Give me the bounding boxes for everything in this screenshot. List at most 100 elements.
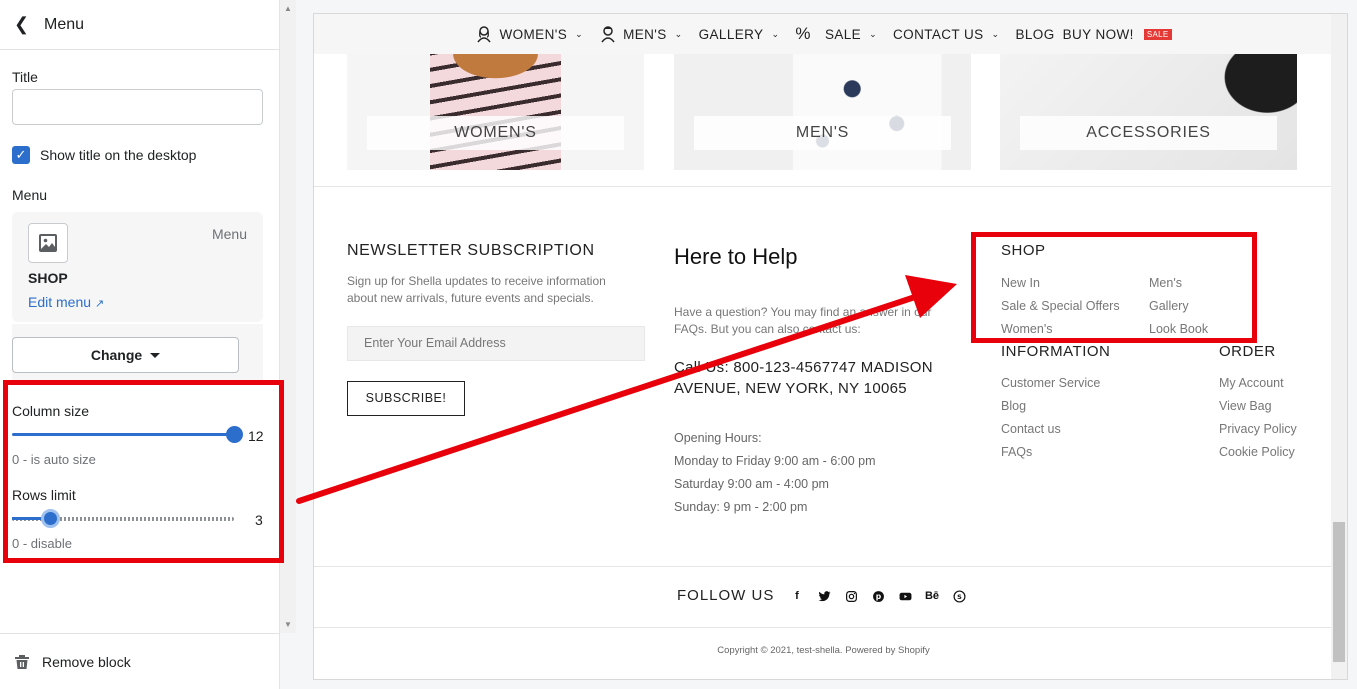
help-description: Have a question? You may find an answer … [674, 305, 932, 336]
hours-line: Saturday 9:00 am - 4:00 pm [674, 477, 829, 491]
chevron-down-icon: ⌄ [991, 28, 1000, 39]
help-call-info: Call Us: 800-123-4567747 MADISON AVENUE,… [674, 359, 933, 397]
sidebar-header: ❮ Menu [0, 0, 279, 50]
nav-label: WOMEN'S [499, 26, 568, 42]
svg-text:p: p [875, 592, 881, 601]
hours-line: Opening Hours: [674, 431, 762, 445]
twitter-icon[interactable] [817, 589, 831, 603]
pinterest-icon[interactable]: p [871, 589, 885, 603]
menu-card: Menu SHOP Edit menu ↗ [12, 212, 263, 322]
menu-card-type: Menu [211, 226, 247, 242]
facebook-icon[interactable]: f [790, 589, 804, 603]
order-link[interactable]: Privacy Policy [1219, 418, 1297, 441]
category-tile-accessories[interactable]: ACCESSORIES [1000, 54, 1297, 170]
womens-hair [347, 54, 644, 170]
scroll-down-icon[interactable]: ▼ [284, 620, 292, 629]
information-title: INFORMATION [1001, 343, 1111, 360]
information-link[interactable]: Blog [1001, 395, 1100, 418]
preview-scrollbar-thumb[interactable] [1333, 522, 1345, 662]
divider [314, 186, 1333, 187]
nav-item-womens[interactable]: WOMEN'S ⌄ [475, 25, 583, 43]
mens-photo [674, 54, 971, 170]
information-link[interactable]: FAQs [1001, 441, 1100, 464]
show-title-label: Show title on the desktop [40, 147, 197, 163]
svg-text:S: S [957, 592, 962, 600]
order-title: ORDER [1219, 343, 1276, 360]
nav-label: GALLERY [698, 26, 764, 42]
nav-item-mens[interactable]: MEN'S ⌄ [599, 25, 683, 43]
caret-down-icon [150, 352, 161, 358]
accessories-photo [1000, 54, 1297, 170]
newsletter-description: Sign up for Shella updates to receive in… [347, 274, 606, 305]
chevron-down-icon: ⌄ [869, 28, 878, 39]
social-icons: f p Bē S [790, 589, 966, 603]
nav-label: BLOG [1015, 26, 1055, 42]
order-links: My Account View Bag Privacy Policy Cooki… [1219, 372, 1297, 464]
category-label: WOMEN'S [367, 116, 624, 150]
chevron-left-icon[interactable]: ❮ [14, 14, 38, 35]
category-tile-mens[interactable]: MEN'S [674, 54, 971, 170]
newsletter-title: NEWSLETTER SUBSCRIPTION [347, 242, 595, 259]
external-link-icon: ↗ [94, 298, 105, 310]
nav-item-contact-us[interactable]: CONTACT US ⌄ [893, 27, 999, 42]
information-link[interactable]: Customer Service [1001, 372, 1100, 395]
opening-hours: Opening Hours: Monday to Friday 9:00 am … [674, 427, 875, 519]
title-label: Title [12, 69, 38, 85]
nav-item-buy-now[interactable]: BUY NOW! SALE [1063, 27, 1172, 42]
settings-sidebar: ❮ Menu Title ✓ Show title on the desktop… [0, 0, 280, 689]
youtube-icon[interactable] [898, 589, 912, 603]
instagram-icon[interactable] [844, 589, 858, 603]
change-menu-button[interactable]: Change [12, 337, 239, 373]
show-title-checkbox[interactable]: ✓ [12, 146, 30, 164]
scroll-up-icon[interactable]: ▲ [284, 4, 292, 13]
information-link[interactable]: Contact us [1001, 418, 1100, 441]
nav-label: CONTACT US [893, 26, 984, 42]
man-icon [599, 25, 617, 43]
category-label: ACCESSORIES [1020, 116, 1277, 150]
sidebar-title: Menu [44, 15, 85, 33]
copyright-text: Copyright © 2021, test-shella. Powered b… [717, 645, 930, 656]
subscribe-button[interactable]: SUBSCRIBE! [347, 381, 465, 416]
nav-item-sale[interactable]: % SALE ⌄ [795, 24, 877, 44]
title-input[interactable] [12, 89, 263, 125]
help-title: Here to Help [674, 244, 798, 269]
chevron-down-icon: ⌄ [674, 28, 683, 39]
nav-label: MEN'S [623, 26, 667, 42]
store-preview: WOMEN'S ⌄ MEN'S ⌄ GALLERY ⌄ % SALE ⌄ CONTACT… [313, 13, 1348, 680]
nav-item-blog[interactable]: BLOG [1015, 27, 1054, 42]
menu-card-name: SHOP [28, 270, 68, 286]
nav-item-gallery[interactable]: GALLERY ⌄ [699, 27, 780, 42]
behance-icon[interactable]: Bē [925, 589, 939, 603]
nav-label: BUY NOW! [1062, 26, 1134, 42]
menu-label: Menu [12, 187, 48, 203]
chevron-down-icon: ⌄ [771, 28, 780, 39]
sale-badge: SALE [1143, 28, 1172, 40]
preview-scrollbar[interactable] [1331, 14, 1347, 679]
edit-menu-link[interactable]: Edit menu ↗ [28, 294, 104, 310]
image-icon [28, 223, 68, 263]
order-link[interactable]: View Bag [1219, 395, 1297, 418]
skype-icon[interactable]: S [952, 589, 966, 603]
annotation-box-settings [3, 380, 284, 563]
category-tile-womens[interactable]: WOMEN'S [347, 54, 644, 170]
order-link[interactable]: My Account [1219, 372, 1297, 395]
newsletter-email-input[interactable]: Enter Your Email Address [347, 326, 645, 361]
divider [314, 627, 1333, 628]
annotation-box-shop-menu [971, 232, 1257, 343]
top-navigation: WOMEN'S ⌄ MEN'S ⌄ GALLERY ⌄ % SALE ⌄ CONTACT… [314, 14, 1333, 54]
woman-icon [475, 25, 493, 43]
change-label: Change [90, 347, 143, 363]
percent-icon: % [795, 24, 811, 43]
edit-menu-label: Edit menu [28, 294, 92, 310]
trash-icon [15, 654, 29, 669]
category-label: MEN'S [694, 116, 951, 150]
order-link[interactable]: Cookie Policy [1219, 441, 1297, 464]
remove-block-label: Remove block [42, 653, 131, 670]
information-links: Customer Service Blog Contact us FAQs [1001, 372, 1100, 464]
nav-label: SALE [824, 26, 862, 42]
remove-block-button[interactable]: Remove block [0, 633, 280, 689]
hours-line: Sunday: 9 pm - 2:00 pm [674, 500, 808, 514]
divider [314, 566, 1333, 567]
follow-us-title: FOLLOW US [677, 587, 775, 604]
hours-line: Monday to Friday 9:00 am - 6:00 pm [674, 454, 876, 468]
